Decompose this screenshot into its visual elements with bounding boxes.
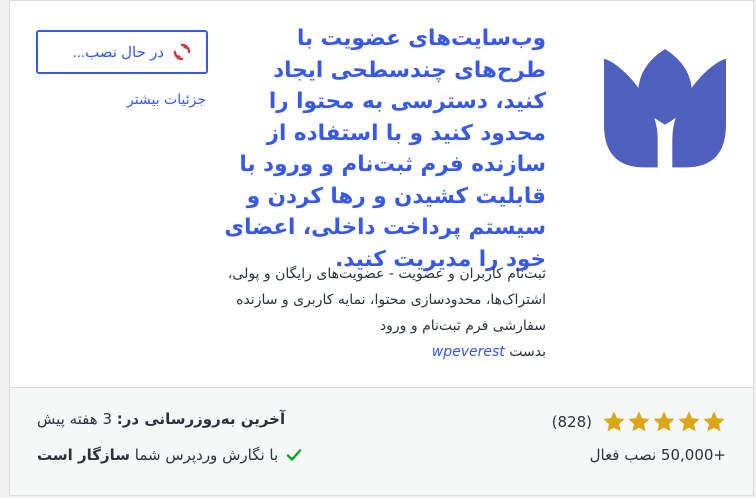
plugin-card-footer: (828) +50,000 نصب فعال آخرین به‌روزرسانی… bbox=[10, 387, 753, 495]
user-registration-logo-icon[interactable] bbox=[604, 49, 726, 171]
plugin-rating: (828) bbox=[552, 410, 726, 434]
plugin-card: وب‌سایت‌های عضویت با طرح‌های چندسطحی ایج… bbox=[9, 0, 754, 496]
author-prefix: بدست bbox=[509, 344, 546, 360]
rating-stars bbox=[602, 410, 726, 434]
compat-status: سازگار است bbox=[37, 446, 131, 464]
plugin-description: ثبت‌نام کاربران و عضویت - عضویت‌های رایگ… bbox=[227, 266, 546, 334]
compat-prefix: با نگارش وردپرس شما bbox=[134, 446, 279, 464]
star-icon bbox=[703, 411, 725, 432]
sync-icon bbox=[173, 43, 191, 61]
active-installs: +50,000 نصب فعال bbox=[589, 446, 726, 464]
installing-label: در حال نصب... bbox=[72, 44, 164, 61]
author-link[interactable]: wpeverest bbox=[432, 344, 505, 360]
star-icon bbox=[653, 411, 675, 432]
more-details-link[interactable]: جزئیات بیشتر bbox=[36, 92, 208, 108]
installing-button[interactable]: در حال نصب... bbox=[36, 30, 208, 74]
last-updated-value: 3 هفته پیش bbox=[37, 410, 112, 428]
star-icon bbox=[678, 411, 700, 432]
check-icon bbox=[286, 449, 302, 461]
plugin-title-link[interactable]: وب‌سایت‌های عضویت با طرح‌های چندسطحی ایج… bbox=[216, 23, 546, 275]
star-icon bbox=[628, 411, 650, 432]
last-updated-label: آخرین به‌روزرسانی در: bbox=[116, 410, 286, 428]
plugin-actions: در حال نصب... جزئیات بیشتر bbox=[36, 30, 208, 108]
compatibility-status: با نگارش وردپرس شما سازگار است bbox=[37, 446, 302, 464]
last-updated: آخرین به‌روزرسانی در: 3 هفته پیش bbox=[37, 410, 285, 428]
rating-count[interactable]: (828) bbox=[552, 413, 592, 431]
star-icon bbox=[603, 411, 625, 432]
compat-text: با نگارش وردپرس شما سازگار است bbox=[37, 446, 278, 464]
plugin-author: بدست wpeverest bbox=[216, 339, 546, 365]
